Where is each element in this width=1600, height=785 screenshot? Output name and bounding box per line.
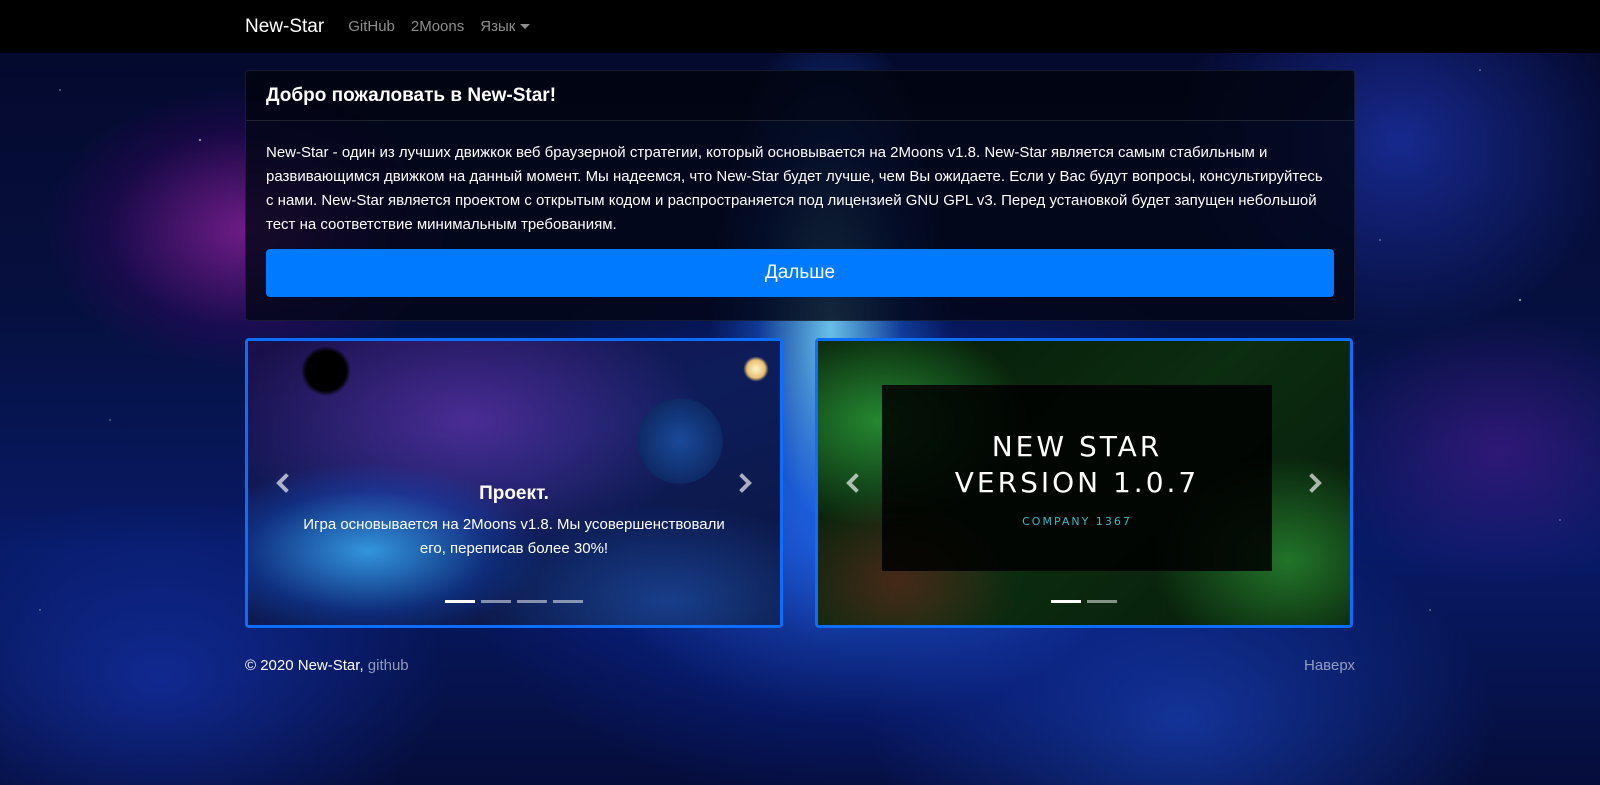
carousel-caption: Проект. Игра основывается на 2Moons v1.8… xyxy=(298,483,730,561)
welcome-text: New-Star - один из лучших движкок веб бр… xyxy=(266,144,1323,233)
footer-copyright: © 2020 New-Star, xyxy=(245,657,368,674)
carousel-indicator-1[interactable] xyxy=(445,600,475,603)
welcome-title: Добро пожаловать в New-Star! xyxy=(266,84,557,106)
caret-down-icon xyxy=(520,24,531,29)
next-button[interactable]: Дальше xyxy=(266,249,1334,297)
nav-link-github[interactable]: GitHub xyxy=(348,18,395,35)
carousel-prev-button[interactable] xyxy=(248,341,318,625)
project-carousel: Проект. Игра основывается на 2Moons v1.8… xyxy=(245,338,783,628)
carousel-next-button[interactable] xyxy=(710,341,780,625)
caption-title: Проект. xyxy=(479,483,549,504)
carousel-indicators xyxy=(248,600,780,603)
carousel-indicator-1[interactable] xyxy=(1051,600,1081,603)
navbar-inner: New-Star GitHub 2Moons Язык xyxy=(245,16,546,38)
chevron-left-icon xyxy=(846,473,866,493)
caption-text: Игра основывается на 2Moons v1.8. Мы усо… xyxy=(303,516,725,557)
nav-link-2moons[interactable]: 2Moons xyxy=(411,18,464,35)
welcome-card: Добро пожаловать в New-Star! New-Star - … xyxy=(245,70,1355,321)
footer-github-link[interactable]: github xyxy=(368,657,409,674)
chevron-right-icon xyxy=(1302,473,1322,493)
carousel-indicator-2[interactable] xyxy=(1087,600,1117,603)
carousel-next-button[interactable] xyxy=(1280,341,1350,625)
top-navbar: New-Star GitHub 2Moons Язык xyxy=(0,0,1600,53)
brand-link[interactable]: New-Star xyxy=(245,16,324,38)
welcome-card-body: New-Star - один из лучших движкок веб бр… xyxy=(246,121,1354,297)
back-to-top-link[interactable]: Наверх xyxy=(1304,657,1355,674)
chevron-left-icon xyxy=(276,473,296,493)
version-carousel: NEW STAR VERSION 1.0.7 COMPANY 1367 xyxy=(815,338,1353,628)
language-dropdown-label: Язык xyxy=(480,18,516,35)
carousel-indicator-3[interactable] xyxy=(517,600,547,603)
logo-company: COMPANY 1367 xyxy=(1022,514,1132,528)
carousel-indicator-2[interactable] xyxy=(481,600,511,603)
page-footer: © 2020 New-Star, github Наверх xyxy=(245,657,1355,674)
carousel-prev-button[interactable] xyxy=(818,341,888,625)
footer-copyright-block: © 2020 New-Star, github xyxy=(245,657,409,674)
welcome-card-header: Добро пожаловать в New-Star! xyxy=(246,71,1354,121)
logo-line1: NEW STAR xyxy=(991,429,1163,463)
carousel-indicators xyxy=(818,600,1350,603)
chevron-right-icon xyxy=(732,473,752,493)
language-dropdown[interactable]: Язык xyxy=(480,18,531,35)
version-logo: NEW STAR VERSION 1.0.7 COMPANY 1367 xyxy=(882,385,1272,571)
logo-line2: VERSION 1.0.7 xyxy=(954,465,1200,499)
carousel-indicator-4[interactable] xyxy=(553,600,583,603)
